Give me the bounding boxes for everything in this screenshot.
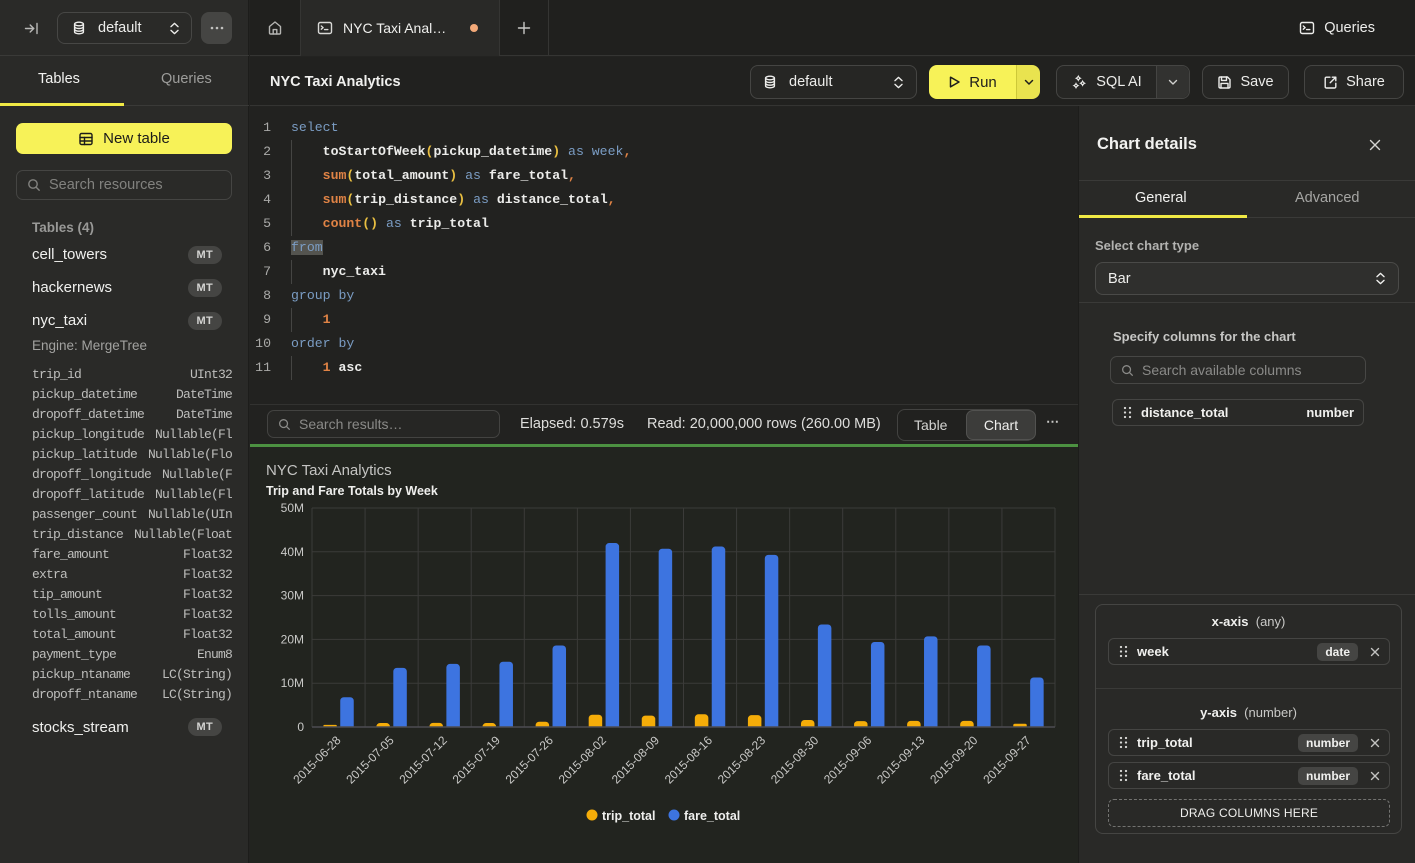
svg-text:2015-08-16: 2015-08-16 [662, 733, 716, 787]
svg-text:trip_total: trip_total [602, 809, 655, 823]
svg-text:2015-09-13: 2015-09-13 [874, 733, 928, 787]
svg-text:2015-06-28: 2015-06-28 [290, 733, 344, 787]
svg-text:NYC Taxi Analytics: NYC Taxi Analytics [266, 462, 392, 479]
svg-text:2015-08-02: 2015-08-02 [556, 733, 610, 787]
svg-text:2015-07-12: 2015-07-12 [397, 733, 451, 787]
svg-text:40M: 40M [281, 545, 304, 559]
svg-text:2015-08-30: 2015-08-30 [768, 733, 822, 787]
svg-text:2015-08-23: 2015-08-23 [715, 733, 769, 787]
svg-text:2015-08-09: 2015-08-09 [609, 733, 663, 787]
svg-text:Trip and Fare Totals by Week: Trip and Fare Totals by Week [266, 484, 438, 498]
svg-text:2015-09-06: 2015-09-06 [821, 733, 875, 787]
svg-text:2015-07-26: 2015-07-26 [503, 733, 557, 787]
svg-text:2015-07-05: 2015-07-05 [343, 733, 397, 787]
svg-text:30M: 30M [281, 589, 304, 603]
svg-text:20M: 20M [281, 632, 304, 646]
svg-text:0: 0 [297, 720, 304, 734]
svg-text:2015-09-27: 2015-09-27 [980, 733, 1034, 787]
svg-text:2015-09-20: 2015-09-20 [927, 733, 981, 787]
svg-text:50M: 50M [281, 501, 304, 515]
svg-text:10M: 10M [281, 676, 304, 690]
svg-text:2015-07-19: 2015-07-19 [450, 733, 504, 787]
svg-text:fare_total: fare_total [684, 809, 740, 823]
